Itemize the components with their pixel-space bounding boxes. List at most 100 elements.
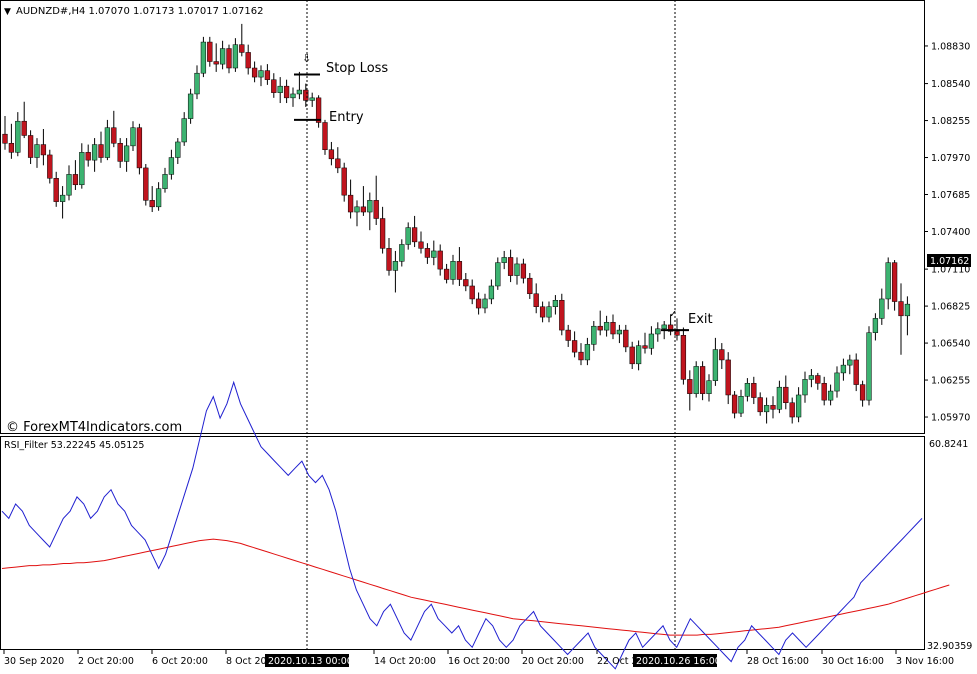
candle-body [578,351,584,361]
price-tick-label: 1.07685 [931,190,970,201]
candle-body [859,384,866,401]
candle-body [232,44,239,69]
candle-body [795,394,802,418]
candle-body [655,328,661,335]
candle-body [808,375,815,380]
entry-time-highlight: 2020.10.13 00:00 [268,656,353,667]
candle-body [168,157,175,175]
candle-body [629,346,635,365]
candle-body [53,178,59,202]
candle-body [130,127,136,147]
candle-body [463,279,469,287]
candle-body [117,143,123,162]
candle-body [815,375,821,384]
time-tick-label: 20 Oct 20:00 [522,656,584,667]
candle-body [597,325,603,331]
candle-body [783,386,789,404]
price-tick-label: 1.05970 [931,413,970,424]
triangle-down-icon[interactable]: ▼ [4,7,11,17]
price-axis: 1.08830 1.08540 1.08255 1.07970 1.07685 1.074… [924,41,970,424]
candle-body [386,248,392,271]
candle-body [898,301,904,317]
candle-body [207,41,213,62]
candle-body [591,325,597,345]
candle-body [245,52,251,69]
candle-body [328,149,335,160]
candle-body [277,85,283,93]
candle-body [431,250,437,258]
candle-body [411,227,418,243]
candle-body [443,268,450,280]
candle-body [296,89,303,95]
watermark: © ForexMT4Indicators.com [6,420,182,435]
candle-body [85,152,91,161]
candle-body [367,200,373,213]
candle-body [616,329,623,335]
candle-body [104,127,111,158]
candle-body [59,194,66,202]
candle-body [226,48,232,69]
candle-body [680,335,687,380]
candle-body [827,390,834,401]
price-tick-label: 1.08540 [931,79,970,90]
candle-body [776,386,783,410]
candle-body [661,324,667,330]
candle-body [623,329,629,348]
time-tick-label: 16 Oct 20:00 [448,656,510,667]
time-tick-label: 3 Nov 16:00 [896,656,954,667]
candle-body [66,174,72,196]
candle-body [834,372,840,392]
candle-body [763,405,770,413]
candle-body [751,383,757,398]
candle-body [98,144,104,158]
candle-body [706,380,712,394]
candle-body [482,298,488,309]
candle-body [802,379,808,396]
candle-body [699,366,706,394]
time-tick-label: 28 Oct 16:00 [747,656,809,667]
candle-body [15,120,21,153]
time-axis: 30 Sep 2020 2 Oct 20:00 6 Oct 20:00 8 Oct 2… [3,650,954,667]
indicator-max: 60.8241 [929,439,968,450]
candle-body [853,359,859,385]
candle-body [21,120,27,136]
candle-body [162,174,168,189]
candle-body [488,285,495,300]
candle-body [840,364,847,374]
candle-body [290,93,296,99]
stop-loss-label: Stop Loss [326,61,388,76]
candle-body [571,340,578,353]
price-tick-label: 1.08255 [931,116,970,127]
chart-window[interactable]: 1.08830 1.08540 1.08255 1.07970 1.07685 1.074… [0,0,977,670]
candle-body [40,144,47,156]
candle-body [264,70,271,80]
candle-body [879,298,885,319]
time-tick-label: 30 Oct 16:00 [822,656,884,667]
candle-body [757,397,763,413]
candle-body [847,359,853,366]
candle-body [789,402,795,418]
candle-body [693,366,699,394]
price-tick-label: 1.06255 [931,376,970,387]
current-price-value: 1.07162 [930,256,969,267]
candle-body [584,344,591,361]
candle-body [533,293,539,307]
candle-body [322,122,328,150]
candle-body [239,44,245,53]
candle-body [495,262,501,287]
candle-body [501,257,507,263]
chart-canvas[interactable]: 1.08830 1.08540 1.08255 1.07970 1.07685 1.074… [0,0,977,670]
candle-body [187,93,194,119]
indicator-min: 32.90359 [927,641,972,652]
candle-body [687,379,693,394]
candle-body [309,97,315,101]
candle-body [47,154,53,179]
candle-body [552,300,559,307]
candle-body [258,70,264,78]
candle-body [725,359,731,396]
candle-body [635,345,642,365]
candle-body [79,152,85,186]
candle-body [303,89,309,101]
candle-body [731,394,738,414]
candle-body [450,261,456,280]
